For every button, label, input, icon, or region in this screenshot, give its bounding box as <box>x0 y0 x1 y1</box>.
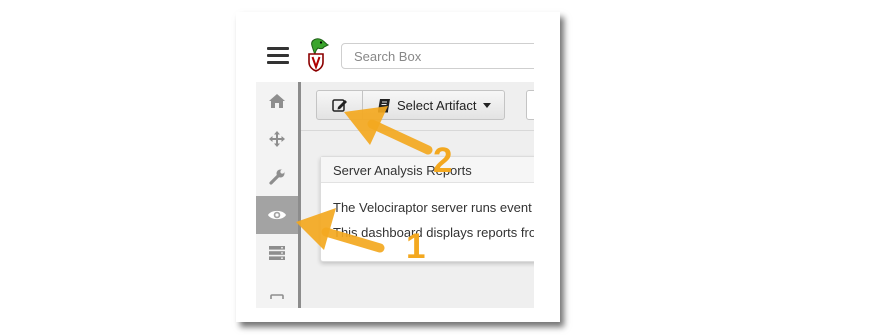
card-text-line-1: The Velociraptor server runs event <box>333 200 532 215</box>
annotation-marker-1: 1 <box>406 227 426 266</box>
top-navbar <box>256 36 534 82</box>
report-card: Server Analysis Reports The Velociraptor… <box>320 156 534 262</box>
annotation-marker-2: 2 <box>433 141 453 180</box>
home-icon <box>269 94 285 108</box>
sidebar-item-view[interactable] <box>256 196 298 234</box>
app-window: Select Artifact Server Analysis Reports … <box>256 36 534 308</box>
edit-button[interactable] <box>316 90 363 120</box>
server-icon <box>269 246 285 260</box>
sidebar <box>256 82 298 308</box>
edit-icon <box>331 98 347 112</box>
square-icon <box>270 294 284 299</box>
screenshot-frame: Select Artifact Server Analysis Reports … <box>236 12 560 322</box>
velociraptor-logo[interactable] <box>302 37 330 73</box>
toolbar-divider <box>301 130 534 131</box>
hamburger-menu-icon[interactable] <box>266 44 290 68</box>
main-content: Select Artifact Server Analysis Reports … <box>301 82 534 308</box>
card-text-line-2: This dashboard displays reports fro <box>333 225 534 240</box>
eye-icon <box>268 210 286 220</box>
select-artifact-button[interactable]: Select Artifact <box>362 90 505 120</box>
toolbar-input[interactable] <box>526 90 534 120</box>
caret-down-icon <box>483 102 492 108</box>
sidebar-item-more[interactable] <box>256 272 298 308</box>
sidebar-item-servers[interactable] <box>256 234 298 272</box>
wrench-icon <box>269 169 285 185</box>
card-header: Server Analysis Reports <box>321 157 534 183</box>
book-icon <box>378 98 390 112</box>
crosshairs-icon <box>269 131 285 147</box>
search-input[interactable] <box>341 43 534 69</box>
select-artifact-label: Select Artifact <box>397 97 477 113</box>
sidebar-item-home[interactable] <box>256 82 298 120</box>
sidebar-item-tools[interactable] <box>256 158 298 196</box>
sidebar-item-hunt[interactable] <box>256 120 298 158</box>
